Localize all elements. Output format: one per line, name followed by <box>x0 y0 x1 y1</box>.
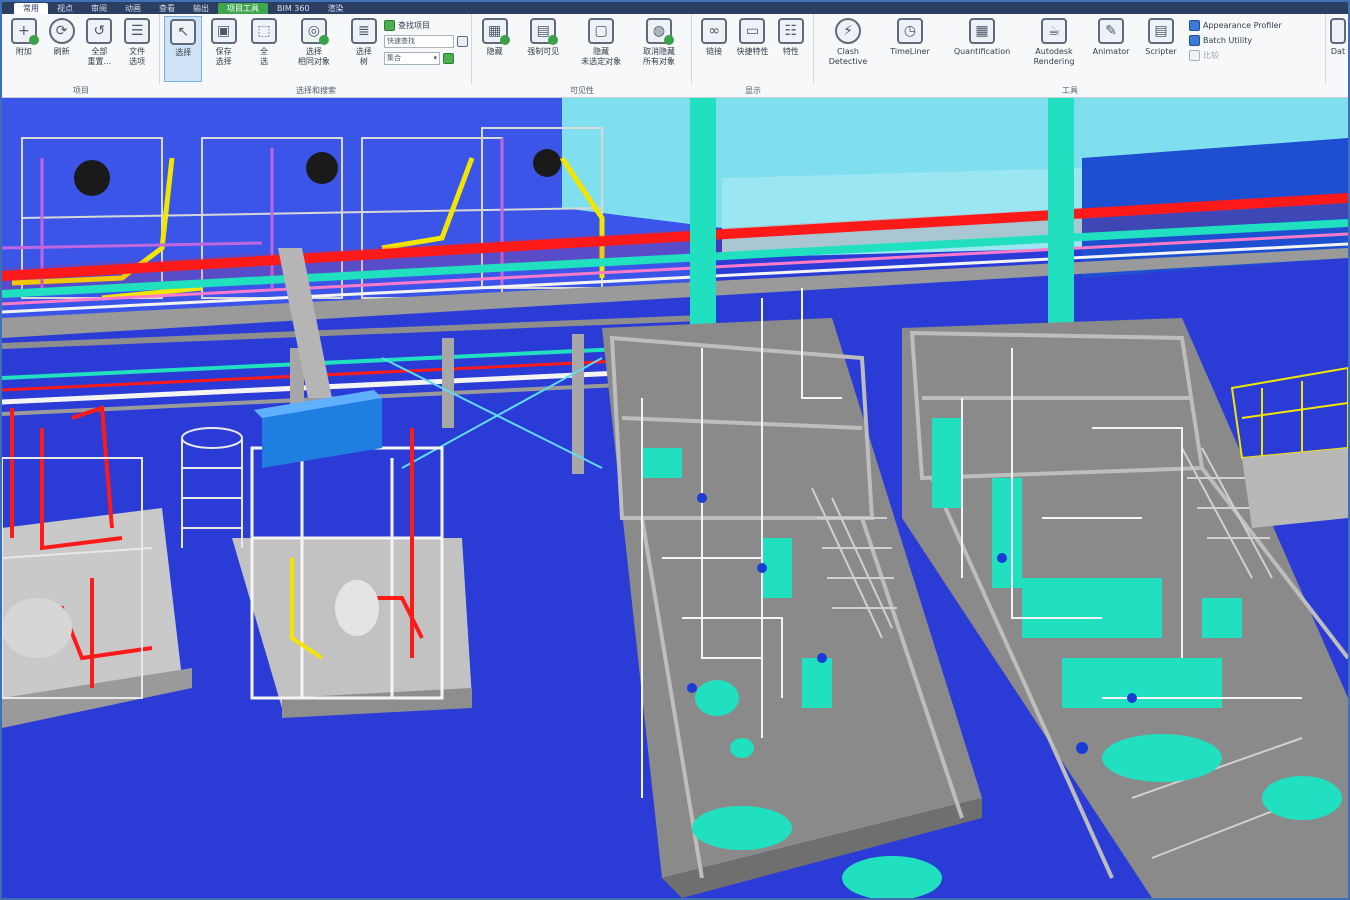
timeliner-icon: ◷ <box>897 18 923 44</box>
properties-icon: ☷ <box>777 18 804 44</box>
select-cursor-icon: ↖ <box>170 19 197 45</box>
group-label-tools: 工具 <box>1062 86 1078 95</box>
save-selection-icon: ▣ <box>210 18 237 44</box>
select-all-icon: ⬚ <box>250 18 277 44</box>
group-overflow: Dat <box>1326 14 1348 84</box>
quantification-button[interactable]: ▦ Quantification <box>942 16 1022 82</box>
animator-icon: ✎ <box>1098 18 1124 44</box>
compare-icon <box>1189 50 1200 61</box>
group-select-search: ↖ 选择 ▣ 保存 选择 ⬚ 全 选 ◎ 选择 相同对象 ≣ 选择 树 查找项目… <box>160 14 472 95</box>
hide-unselected-button[interactable]: ▢ 隐藏 未选定对象 <box>573 16 629 82</box>
file-options-button[interactable]: ☰ 文件 选项 <box>119 16 155 82</box>
datatools-icon <box>1330 18 1346 44</box>
group-display: ∞ 链接 ▭ 快捷特性 ☷ 特性 显示 <box>692 14 814 95</box>
require-icon: ▤ <box>530 18 559 45</box>
refresh-icon: ⟳ <box>48 18 75 44</box>
group-label-select-search: 选择和搜索 <box>296 86 336 95</box>
sets-dropdown[interactable]: 集合 <box>383 52 440 65</box>
select-all-button[interactable]: ⬚ 全 选 <box>245 16 283 82</box>
tools-side-column: Appearance Profiler Batch Utility 比较 <box>1189 16 1282 61</box>
quick-find-input[interactable]: 快速查找 <box>383 35 454 48</box>
batch-utility-button[interactable]: Batch Utility <box>1189 35 1282 46</box>
properties-button[interactable]: ☷ 特性 <box>773 16 809 82</box>
group-visibility: ▦ 隐藏 ▤ 强制可见 ▢ 隐藏 未选定对象 ◍ 取消隐藏 所有对象 可见性 <box>472 14 692 95</box>
datatools-button[interactable]: Dat <box>1330 16 1346 82</box>
save-selection-button[interactable]: ▣ 保存 选择 <box>204 16 242 82</box>
animator-button[interactable]: ✎ Animator <box>1086 16 1136 82</box>
group-label-visibility: 可见性 <box>570 86 594 95</box>
tab-item-tools[interactable]: 项目工具 <box>218 3 268 14</box>
append-icon: + <box>10 18 39 45</box>
group-label-display: 显示 <box>745 86 761 95</box>
require-button[interactable]: ▤ 强制可见 <box>515 16 571 82</box>
group-label-project: 项目 <box>73 86 89 95</box>
tab-view[interactable]: 查看 <box>150 3 184 14</box>
select-button[interactable]: ↖ 选择 <box>164 16 203 82</box>
hide-icon: ▦ <box>481 18 510 45</box>
scripter-icon: ▤ <box>1148 18 1174 44</box>
group-project: + 附加 ⟳ 刷新 ↺ 全部 重置... ☰ 文件 选项 项目 <box>2 14 160 95</box>
unhide-all-button[interactable]: ◍ 取消隐藏 所有对象 <box>631 16 687 82</box>
refresh-button[interactable]: ⟳ 刷新 <box>44 16 80 82</box>
select-same-icon: ◎ <box>300 18 329 45</box>
ribbon-tab-strip: 常用 视点 审阅 动画 查看 输出 项目工具 BIM 360 渲染 <box>2 2 1348 14</box>
selection-tree-icon: ≣ <box>350 18 377 44</box>
tab-review[interactable]: 审阅 <box>82 3 116 14</box>
find-column: 查找项目 快速查找 集合 <box>383 16 468 65</box>
hide-button[interactable]: ▦ 隐藏 <box>476 16 513 82</box>
app-window: 常用 视点 审阅 动画 查看 输出 项目工具 BIM 360 渲染 + 附加 ⟳… <box>0 0 1350 900</box>
hide-unselected-icon: ▢ <box>588 18 615 44</box>
links-icon: ∞ <box>701 18 728 44</box>
scripter-button[interactable]: ▤ Scripter <box>1138 16 1184 82</box>
compare-button[interactable]: 比较 <box>1189 50 1282 61</box>
select-same-button[interactable]: ◎ 选择 相同对象 <box>285 16 343 82</box>
ribbon-panel: + 附加 ⟳ 刷新 ↺ 全部 重置... ☰ 文件 选项 项目 ↖ 选择 ▣ 保… <box>2 14 1348 98</box>
sets-manage-icon[interactable] <box>442 53 454 64</box>
quantification-icon: ▦ <box>969 18 995 44</box>
3d-model-viewport[interactable] <box>2 98 1348 898</box>
clash-detective-button[interactable]: ⚡ Clash Detective <box>818 16 878 82</box>
reset-all-button[interactable]: ↺ 全部 重置... <box>82 16 118 82</box>
links-button[interactable]: ∞ 链接 <box>696 16 732 82</box>
clash-detective-icon: ⚡ <box>835 18 861 44</box>
plant-model-scene <box>2 98 1348 898</box>
autodesk-rendering-button[interactable]: ☕ Autodesk Rendering <box>1024 16 1084 82</box>
tab-home[interactable]: 常用 <box>14 3 48 14</box>
append-button[interactable]: + 附加 <box>6 16 42 82</box>
find-items-button[interactable]: 查找项目 <box>383 20 468 31</box>
group-tools: ⚡ Clash Detective ◷ TimeLiner ▦ Quantifi… <box>814 14 1326 95</box>
quick-properties-icon: ▭ <box>739 18 766 44</box>
reset-all-icon: ↺ <box>86 18 113 44</box>
tab-bim360[interactable]: BIM 360 <box>268 3 319 14</box>
tab-output[interactable]: 输出 <box>184 3 218 14</box>
find-items-icon <box>383 20 395 31</box>
selection-tree-button[interactable]: ≣ 选择 树 <box>345 16 383 82</box>
unhide-all-icon: ◍ <box>646 18 675 45</box>
appearance-profiler-button[interactable]: Appearance Profiler <box>1189 20 1282 31</box>
tab-animation[interactable]: 动画 <box>116 3 150 14</box>
file-options-icon: ☰ <box>124 18 151 44</box>
tab-viewpoint[interactable]: 视点 <box>48 3 82 14</box>
quick-find-search-icon[interactable] <box>456 36 468 47</box>
batch-utility-icon <box>1189 35 1200 46</box>
rendering-icon: ☕ <box>1041 18 1067 44</box>
quick-properties-button[interactable]: ▭ 快捷特性 <box>734 16 770 82</box>
timeliner-button[interactable]: ◷ TimeLiner <box>880 16 940 82</box>
tab-render[interactable]: 渲染 <box>319 3 353 14</box>
appearance-profiler-icon <box>1189 20 1200 31</box>
